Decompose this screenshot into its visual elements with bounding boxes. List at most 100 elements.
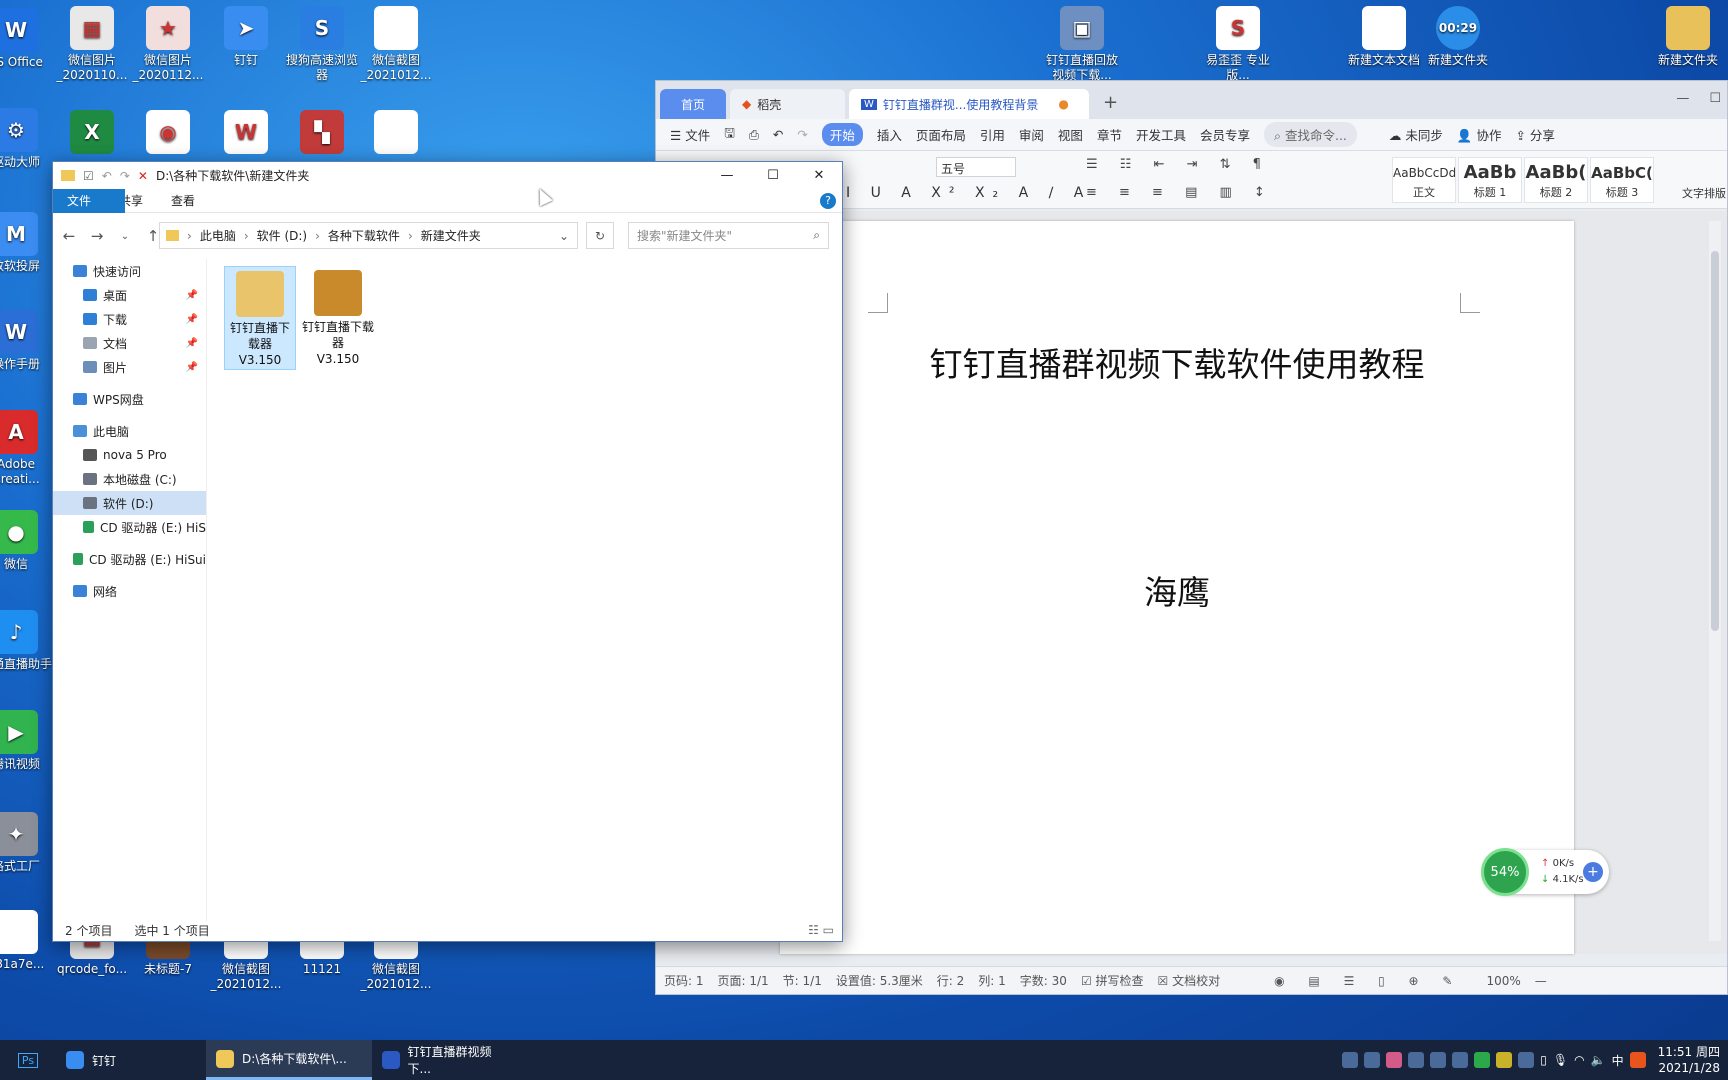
sogou-ime-icon[interactable]	[1629, 1052, 1646, 1068]
qat-properties-icon[interactable]: ☑	[83, 169, 94, 183]
desktop-icon[interactable]	[358, 110, 434, 157]
zoom-out-icon[interactable]: —	[1535, 974, 1547, 988]
desktop-icon[interactable]: M 数软投屏	[0, 212, 54, 274]
taskbar-photoshop[interactable]: Ps	[0, 1040, 56, 1080]
desktop-icon[interactable]: ★ 微信图片_2020112...	[130, 6, 206, 83]
format-buttons[interactable]: I U A X² X₂ A ∕ A	[846, 185, 1091, 201]
maximize-icon[interactable]: ☐	[750, 162, 796, 189]
tab-home[interactable]: 首页	[660, 89, 726, 119]
microphone-icon[interactable]: 🎙	[1553, 1053, 1568, 1067]
menu-references[interactable]: 引用	[980, 125, 1005, 144]
file-content-area[interactable]: 钉钉直播下载器 V3.150 钉钉直播下载器 V3.150	[208, 259, 842, 921]
taskbar-app[interactable]: D:\各种下载软件\...	[206, 1040, 372, 1080]
forward-icon[interactable]: →	[87, 227, 107, 245]
command-search[interactable]: ⌕ 查找命令...	[1263, 122, 1357, 147]
desktop-icon[interactable]: S 易歪歪 专业版...	[1200, 6, 1276, 83]
breadcrumb-drive-d[interactable]: 软件 (D:)	[257, 227, 307, 244]
help-icon[interactable]: ?	[820, 193, 836, 209]
nav-item[interactable]: 快速访问	[53, 259, 206, 283]
tray-icon[interactable]	[1496, 1052, 1513, 1068]
document-page[interactable]: 钉钉直播群视频下载软件使用教程 海鹰	[780, 221, 1574, 954]
tray-icon[interactable]	[1408, 1052, 1425, 1068]
wechat-tray-icon[interactable]	[1474, 1052, 1491, 1068]
desktop-icon[interactable]: 581a7e...	[0, 910, 54, 972]
taskbar-app[interactable]: 钉钉直播群视频下...	[372, 1040, 522, 1080]
new-tab-button[interactable]: +	[1093, 92, 1128, 119]
desktop-icon[interactable]: 新建文件夹	[1650, 6, 1726, 68]
qat-undo-icon[interactable]: ↶	[102, 169, 112, 183]
tray-icon[interactable]	[1364, 1052, 1381, 1068]
recent-dropdown-icon[interactable]: ⌄	[115, 231, 135, 242]
desktop-icon[interactable]: ♪ 路通直播助手	[0, 610, 54, 672]
tab-close-dot-icon[interactable]: ●	[1058, 97, 1068, 111]
qat-redo-icon[interactable]: ↷	[120, 169, 130, 183]
desktop-icon[interactable]: ◉	[130, 110, 206, 157]
desktop-icon[interactable]: 00:29 新建文件夹	[1420, 6, 1496, 68]
tab-daoke[interactable]: ◆ 稻壳	[730, 89, 845, 119]
style-heading-2[interactable]: AaBb(标题 2	[1524, 157, 1588, 203]
desktop-icon[interactable]: 新建文本文档	[1346, 6, 1422, 68]
file-item[interactable]: 钉钉直播下载器 V3.150	[224, 266, 296, 370]
menu-insert[interactable]: 插入	[877, 125, 902, 144]
nav-item[interactable]: nova 5 Pro	[53, 443, 206, 467]
undo-icon[interactable]: ↶	[773, 127, 783, 142]
speedup-button[interactable]: +	[1583, 862, 1603, 882]
paragraph-buttons[interactable]: ☰ ☷ ⇤ ⇥ ⇅ ¶	[1086, 157, 1270, 172]
desktop-icon[interactable]: ➤ 钉钉	[208, 6, 284, 68]
back-icon[interactable]: ←	[59, 227, 79, 245]
desktop-icon[interactable]: W 操作手册	[0, 310, 54, 372]
desktop-icon[interactable]: ✦ 格式工厂	[0, 812, 54, 874]
maximize-icon[interactable]: ☐	[1709, 91, 1721, 106]
vertical-scrollbar[interactable]	[1709, 221, 1721, 941]
tray-icon[interactable]	[1452, 1052, 1469, 1068]
ime-indicator[interactable]: 中	[1612, 1052, 1624, 1069]
minimize-icon[interactable]: —	[704, 162, 750, 189]
redo-icon[interactable]: ↷	[797, 127, 807, 142]
nav-item[interactable]: CD 驱动器 (E:) HiS	[53, 515, 206, 539]
network-speed-widget[interactable]: 54% ↑ 0K/s ↓ 4.1K/s +	[1481, 848, 1609, 896]
qat-delete-icon[interactable]: ✕	[138, 169, 148, 183]
minimize-icon[interactable]: —	[1676, 91, 1689, 106]
view-toggle-icons[interactable]: ☷ ▭	[808, 923, 834, 937]
nav-item[interactable]: 图片 📌	[53, 355, 206, 379]
sync-status[interactable]: ☁ 未同步	[1389, 125, 1443, 144]
search-input[interactable]: 搜索"新建文件夹" ⌕	[628, 222, 829, 249]
share-button[interactable]: ⇪ 分享	[1515, 125, 1554, 144]
nav-item[interactable]: 本地磁盘 (C:)	[53, 467, 206, 491]
desktop-icon[interactable]: A Adobe Creati...	[0, 410, 54, 487]
menu-view[interactable]: 视图	[1058, 125, 1083, 144]
align-buttons[interactable]: ≡ ≡ ≡ ▤ ▥ ↕	[1086, 185, 1274, 200]
scrollbar-thumb[interactable]	[1711, 251, 1719, 631]
desktop-icon[interactable]: ● 微信	[0, 510, 54, 572]
menu-chapter[interactable]: 章节	[1097, 125, 1122, 144]
zoom-level[interactable]: 100%	[1486, 974, 1520, 988]
menu-developer[interactable]: 开发工具	[1136, 125, 1186, 144]
spell-check-button[interactable]: ☑ 拼写检查	[1081, 972, 1144, 989]
breadcrumb-new-folder[interactable]: 新建文件夹	[421, 227, 481, 244]
tray-icon[interactable]	[1518, 1052, 1535, 1068]
address-bar[interactable]: › 此电脑 › 软件 (D:) › 各种下载软件 › 新建文件夹 ⌄	[159, 222, 578, 249]
nav-item[interactable]: 文档 📌	[53, 331, 206, 355]
print-icon[interactable]: ⎙	[749, 127, 759, 143]
breadcrumb-this-pc[interactable]: 此电脑	[200, 227, 236, 244]
menu-start[interactable]: 开始	[821, 123, 863, 146]
menu-page-layout[interactable]: 页面布局	[916, 125, 966, 144]
style-heading-1[interactable]: AaBb 标题 1	[1458, 157, 1522, 203]
collaborate-button[interactable]: 👤 协作	[1457, 125, 1502, 144]
desktop-icon[interactable]: ▚	[284, 110, 360, 157]
volume-icon[interactable]: 🔈	[1591, 1053, 1606, 1067]
desktop-icon[interactable]: 微信截图_2021012...	[358, 6, 434, 83]
menu-review[interactable]: 审阅	[1019, 125, 1044, 144]
nav-item[interactable]: 网络	[53, 579, 206, 603]
proofread-button[interactable]: ☒ 文档校对	[1158, 972, 1221, 989]
font-size-select[interactable]: 五号	[936, 157, 1016, 177]
save-icon[interactable]: 🖫	[724, 124, 735, 145]
style-normal[interactable]: AaBbCcDd 正文	[1392, 157, 1456, 203]
tray-icon[interactable]	[1430, 1052, 1447, 1068]
tray-icon[interactable]	[1386, 1052, 1403, 1068]
desktop-icon[interactable]: ⚙ 驱动大师	[0, 108, 54, 170]
desktop-icon[interactable]: X	[54, 110, 130, 157]
close-icon[interactable]: ✕	[796, 162, 842, 189]
breadcrumb-downloads[interactable]: 各种下载软件	[328, 227, 400, 244]
desktop-icon[interactable]: S 搜狗高速浏览器	[284, 6, 360, 83]
